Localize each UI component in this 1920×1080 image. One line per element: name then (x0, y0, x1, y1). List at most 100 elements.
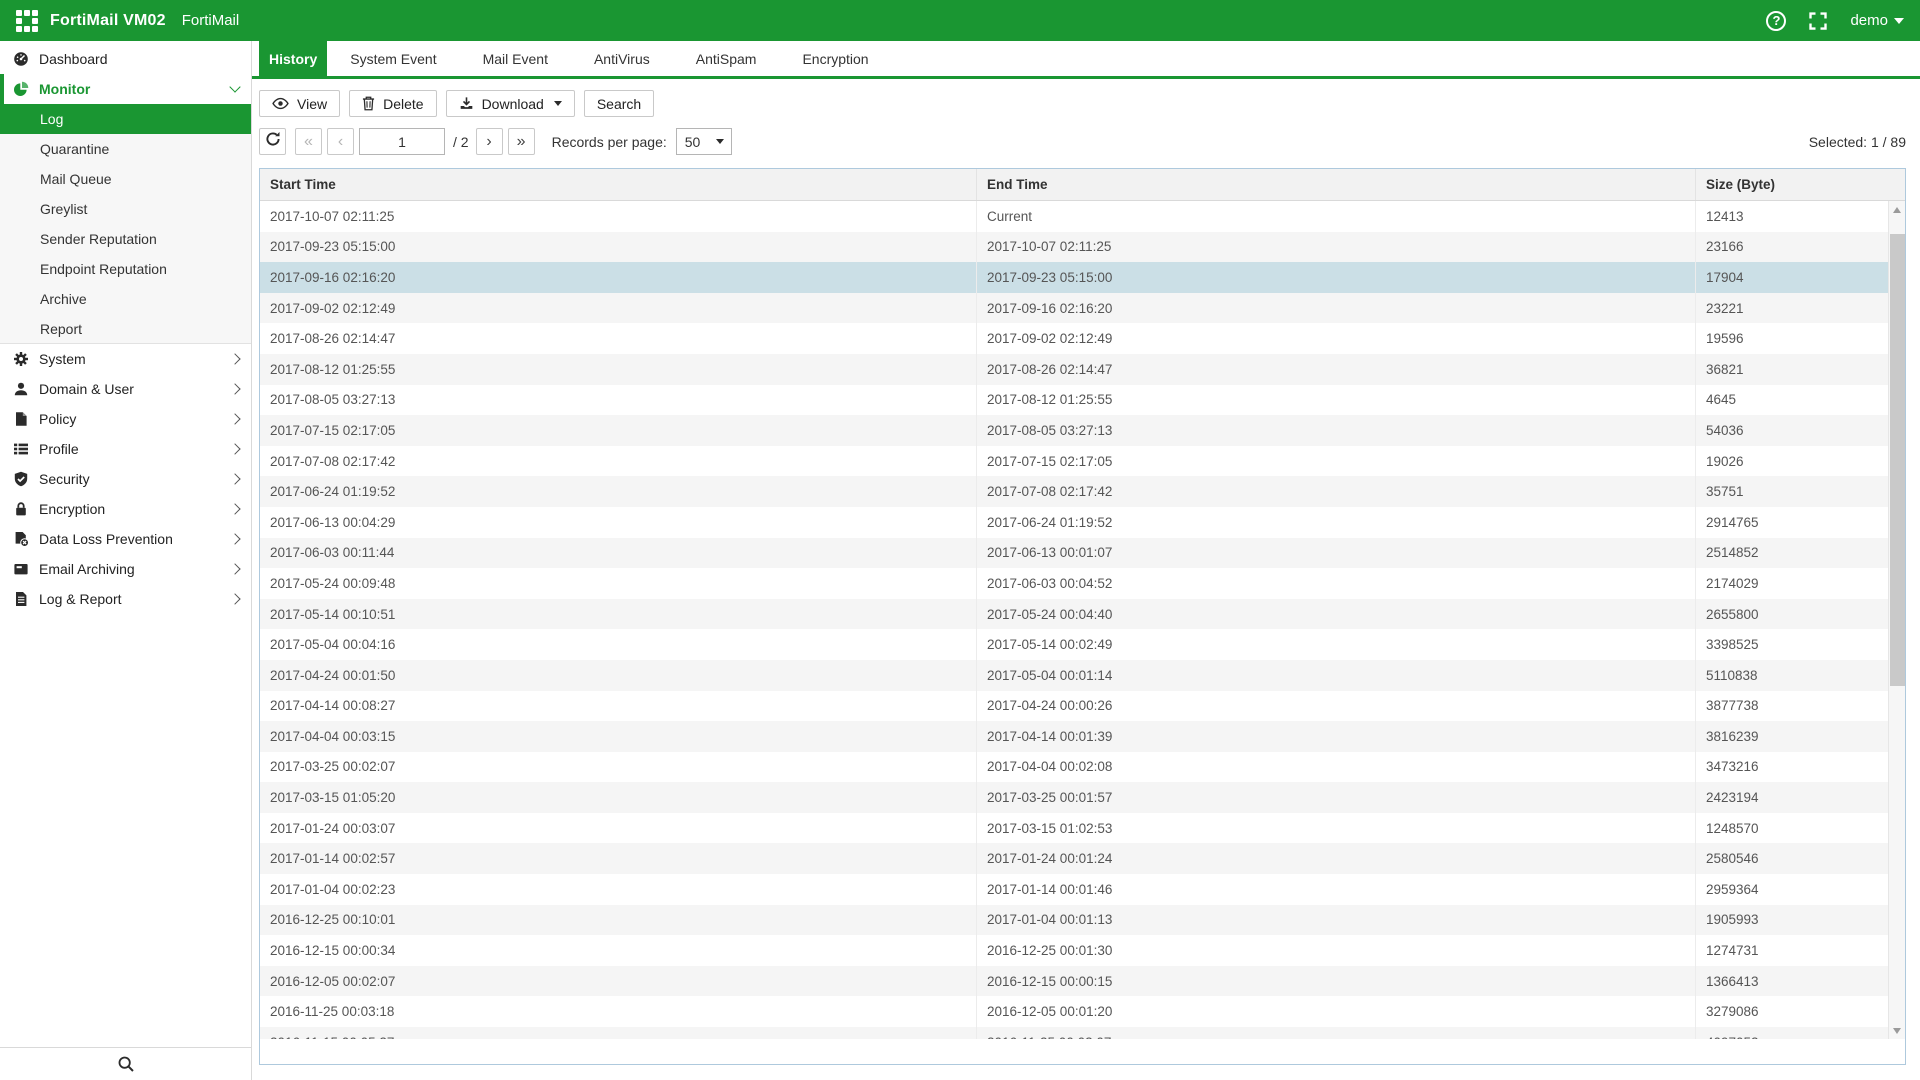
sidebar-item-encryption[interactable]: Encryption (0, 494, 251, 524)
cell-end: 2017-06-13 00:01:07 (977, 538, 1696, 569)
cell-start: 2017-06-03 00:11:44 (260, 538, 977, 569)
table-row[interactable]: 2017-05-24 00:09:482017-06-03 00:04:5221… (260, 568, 1905, 599)
records-per-page-select[interactable]: 50 (676, 128, 732, 155)
sidebar-item-label: Security (39, 471, 90, 487)
tab-mail-event[interactable]: Mail Event (474, 41, 557, 76)
user-menu[interactable]: demo (1850, 12, 1904, 29)
cell-size: 2423194 (1696, 782, 1905, 813)
table-row[interactable]: 2017-01-04 00:02:232017-01-14 00:01:4629… (260, 874, 1905, 905)
scrollbar-thumb[interactable] (1890, 234, 1905, 686)
shield-icon (12, 471, 29, 488)
last-page-button[interactable]: » (508, 128, 535, 155)
cell-start: 2017-01-24 00:03:07 (260, 813, 977, 844)
search-button[interactable]: Search (584, 90, 654, 117)
table-row[interactable]: 2017-01-24 00:03:072017-03-15 01:02:5312… (260, 813, 1905, 844)
view-button[interactable]: View (259, 90, 340, 117)
column-header-size-byte[interactable]: Size (Byte) (1696, 169, 1905, 200)
sidebar-item-quarantine[interactable]: Quarantine (0, 134, 251, 164)
table-row[interactable]: 2017-03-25 00:02:072017-04-04 00:02:0834… (260, 752, 1905, 783)
sidebar-item-system[interactable]: System (0, 344, 251, 374)
page-number-input[interactable] (359, 128, 445, 155)
sidebar-item-label: Greylist (40, 201, 87, 217)
tab-antivirus[interactable]: AntiVirus (585, 41, 659, 76)
sidebar-item-data-loss-prevention[interactable]: Data Loss Prevention (0, 524, 251, 554)
sidebar-item-monitor[interactable]: Monitor (0, 74, 251, 104)
sidebar-item-domain-user[interactable]: Domain & User (0, 374, 251, 404)
table-row[interactable]: 2017-07-15 02:17:052017-08-05 03:27:1354… (260, 415, 1905, 446)
user-icon (12, 381, 29, 398)
table-row[interactable]: 2017-09-02 02:12:492017-09-16 02:16:2023… (260, 293, 1905, 324)
sidebar-item-email-archiving[interactable]: Email Archiving (0, 554, 251, 584)
table-row[interactable]: 2017-07-08 02:17:422017-07-15 02:17:0519… (260, 446, 1905, 477)
table-row[interactable]: 2017-09-23 05:15:002017-10-07 02:11:2523… (260, 232, 1905, 263)
search-icon[interactable] (117, 1055, 135, 1073)
table-row[interactable]: 2016-11-15 00:05:272016-11-25 00:02:0740… (260, 1027, 1905, 1039)
cell-start: 2017-06-24 01:19:52 (260, 476, 977, 507)
table-row[interactable]: 2017-10-07 02:11:25Current12413 (260, 201, 1905, 232)
table-row[interactable]: 2017-04-14 00:08:272017-04-24 00:00:2638… (260, 691, 1905, 722)
sidebar-item-policy[interactable]: Policy (0, 404, 251, 434)
next-page-button[interactable]: › (476, 128, 503, 155)
table-row[interactable]: 2017-08-05 03:27:132017-08-12 01:25:5546… (260, 385, 1905, 416)
fullscreen-icon[interactable] (1808, 11, 1828, 31)
cell-size: 3279086 (1696, 996, 1905, 1027)
cell-end: 2017-03-25 00:01:57 (977, 782, 1696, 813)
cell-end: 2017-04-14 00:01:39 (977, 721, 1696, 752)
cell-start: 2017-08-26 02:14:47 (260, 323, 977, 354)
sidebar-item-dashboard[interactable]: Dashboard (0, 44, 251, 74)
table-row[interactable]: 2016-11-25 00:03:182016-12-05 00:01:2032… (260, 996, 1905, 1027)
cell-end: 2017-05-04 00:01:14 (977, 660, 1696, 691)
refresh-button[interactable] (259, 128, 286, 155)
sidebar-item-security[interactable]: Security (0, 464, 251, 494)
log-table: Start TimeEnd TimeSize (Byte) 2017-10-07… (259, 168, 1906, 1065)
sidebar-item-greylist[interactable]: Greylist (0, 194, 251, 224)
delete-button[interactable]: Delete (349, 90, 436, 117)
table-row[interactable]: 2016-12-25 00:10:012017-01-04 00:01:1319… (260, 905, 1905, 936)
prev-page-button[interactable]: ‹ (327, 128, 354, 155)
scroll-down-icon[interactable] (1889, 1022, 1905, 1039)
scroll-up-icon[interactable] (1889, 201, 1905, 218)
table-row[interactable]: 2017-06-13 00:04:292017-06-24 01:19:5229… (260, 507, 1905, 538)
sidebar-item-sender-reputation[interactable]: Sender Reputation (0, 224, 251, 254)
sidebar-item-report[interactable]: Report (0, 314, 251, 344)
table-row[interactable]: 2017-04-04 00:03:152017-04-14 00:01:3938… (260, 721, 1905, 752)
column-header-end-time[interactable]: End Time (977, 169, 1696, 200)
tab-antispam[interactable]: AntiSpam (687, 41, 766, 76)
cell-end: 2017-07-08 02:17:42 (977, 476, 1696, 507)
sidebar-item-endpoint-reputation[interactable]: Endpoint Reputation (0, 254, 251, 284)
column-header-start-time[interactable]: Start Time (260, 169, 977, 200)
cell-end: 2016-12-05 00:01:20 (977, 996, 1696, 1027)
cell-end: 2016-12-15 00:00:15 (977, 966, 1696, 997)
tab-system-event[interactable]: System Event (341, 41, 445, 76)
cell-start: 2016-11-25 00:03:18 (260, 996, 977, 1027)
sidebar-item-mail-queue[interactable]: Mail Queue (0, 164, 251, 194)
fortinet-logo-icon (16, 10, 38, 32)
cell-end: 2017-09-02 02:12:49 (977, 323, 1696, 354)
table-row[interactable]: 2017-05-14 00:10:512017-05-24 00:04:4026… (260, 599, 1905, 630)
table-row[interactable]: 2017-08-26 02:14:472017-09-02 02:12:4919… (260, 323, 1905, 354)
sidebar-item-profile[interactable]: Profile (0, 434, 251, 464)
cell-end: 2017-10-07 02:11:25 (977, 232, 1696, 263)
sidebar-item-log[interactable]: Log (0, 104, 251, 134)
cell-end: 2017-08-05 03:27:13 (977, 415, 1696, 446)
help-icon[interactable]: ? (1766, 11, 1786, 31)
first-page-button[interactable]: « (295, 128, 322, 155)
vertical-scrollbar[interactable] (1888, 201, 1905, 1039)
download-button[interactable]: Download (446, 90, 575, 117)
table-row[interactable]: 2017-06-03 00:11:442017-06-13 00:01:0725… (260, 538, 1905, 569)
table-row[interactable]: 2017-09-16 02:16:202017-09-23 05:15:0017… (260, 262, 1905, 293)
table-row[interactable]: 2016-12-05 00:02:072016-12-15 00:00:1513… (260, 966, 1905, 997)
tab-encryption[interactable]: Encryption (793, 41, 877, 76)
sidebar-item-log-report[interactable]: Log & Report (0, 584, 251, 614)
table-row[interactable]: 2017-08-12 01:25:552017-08-26 02:14:4736… (260, 354, 1905, 385)
tab-history[interactable]: History (259, 41, 327, 76)
table-row[interactable]: 2017-03-15 01:05:202017-03-25 00:01:5724… (260, 782, 1905, 813)
table-row[interactable]: 2017-06-24 01:19:522017-07-08 02:17:4235… (260, 476, 1905, 507)
table-row[interactable]: 2017-04-24 00:01:502017-05-04 00:01:1451… (260, 660, 1905, 691)
cell-end: 2017-09-16 02:16:20 (977, 293, 1696, 324)
table-row[interactable]: 2016-12-15 00:00:342016-12-25 00:01:3012… (260, 935, 1905, 966)
table-row[interactable]: 2017-05-04 00:04:162017-05-14 00:02:4933… (260, 629, 1905, 660)
sidebar-item-archive[interactable]: Archive (0, 284, 251, 314)
cell-end: 2017-08-12 01:25:55 (977, 385, 1696, 416)
table-row[interactable]: 2017-01-14 00:02:572017-01-24 00:01:2425… (260, 843, 1905, 874)
